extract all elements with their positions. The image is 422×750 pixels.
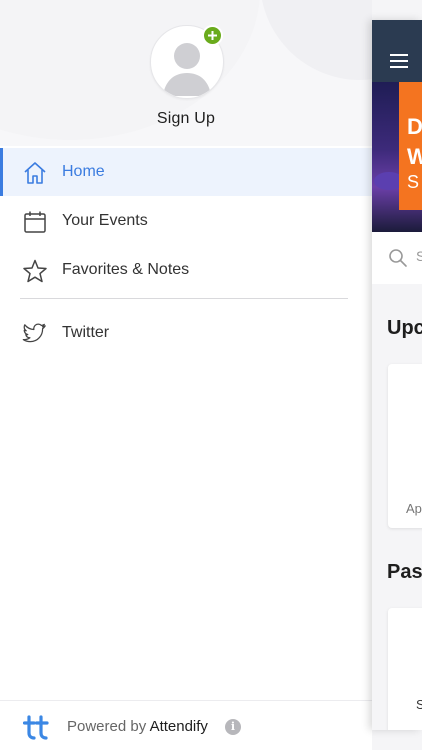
search-bar[interactable]: S	[372, 232, 422, 284]
calendar-icon	[24, 211, 46, 233]
add-photo-badge[interactable]	[202, 25, 223, 46]
event-card[interactable]: S	[388, 608, 422, 730]
banner-logo-block: D W S	[399, 82, 422, 210]
search-placeholder: S	[416, 248, 422, 264]
top-bar	[372, 20, 422, 82]
powered-by-text: Powered by Attendify	[67, 718, 208, 735]
info-icon[interactable]: i	[225, 719, 241, 735]
section-heading-upcoming: Upc	[387, 317, 422, 339]
nav-item-favorites-notes[interactable]: Favorites & Notes	[0, 246, 372, 294]
nav-item-label: Twitter	[62, 324, 110, 341]
section-heading-past: Pas	[387, 561, 422, 583]
powered-by-footer: Powered by Attendify i	[0, 700, 372, 750]
banner-letter: D	[407, 114, 422, 139]
banner-letter: W	[407, 144, 422, 169]
profile-header: Sign Up	[0, 0, 372, 146]
banner-letter: S	[407, 172, 420, 192]
twitter-icon	[22, 323, 46, 343]
search-icon	[389, 249, 407, 267]
sign-up-link[interactable]: Sign Up	[0, 110, 372, 128]
brand-name[interactable]: Attendify	[150, 718, 208, 735]
nav-item-twitter[interactable]: Twitter	[0, 309, 372, 357]
nav-item-label: Your Events	[62, 212, 148, 229]
nav-item-your-events[interactable]: Your Events	[0, 197, 372, 245]
event-card-date: S	[416, 697, 422, 712]
background-decoration	[260, 0, 372, 80]
home-icon	[24, 162, 46, 184]
event-banner[interactable]: D W S	[372, 82, 422, 232]
plus-icon	[208, 31, 217, 40]
event-card-date: Ap	[406, 501, 422, 516]
star-icon	[23, 259, 47, 283]
navigation-drawer: Sign Up Home Your Events Favorites & Not…	[0, 0, 372, 750]
nav-item-home[interactable]: Home	[0, 148, 372, 196]
menu-icon[interactable]	[390, 54, 408, 68]
attendify-logo-icon	[23, 715, 49, 740]
powered-by-label: Powered by	[67, 718, 147, 735]
nav-item-label: Favorites & Notes	[62, 261, 190, 278]
nav-item-label: Home	[62, 163, 105, 180]
event-card[interactable]: Ap	[388, 364, 422, 528]
divider	[20, 298, 348, 299]
main-content-peek[interactable]: D W S S Upc Ap Pas S	[372, 20, 422, 730]
